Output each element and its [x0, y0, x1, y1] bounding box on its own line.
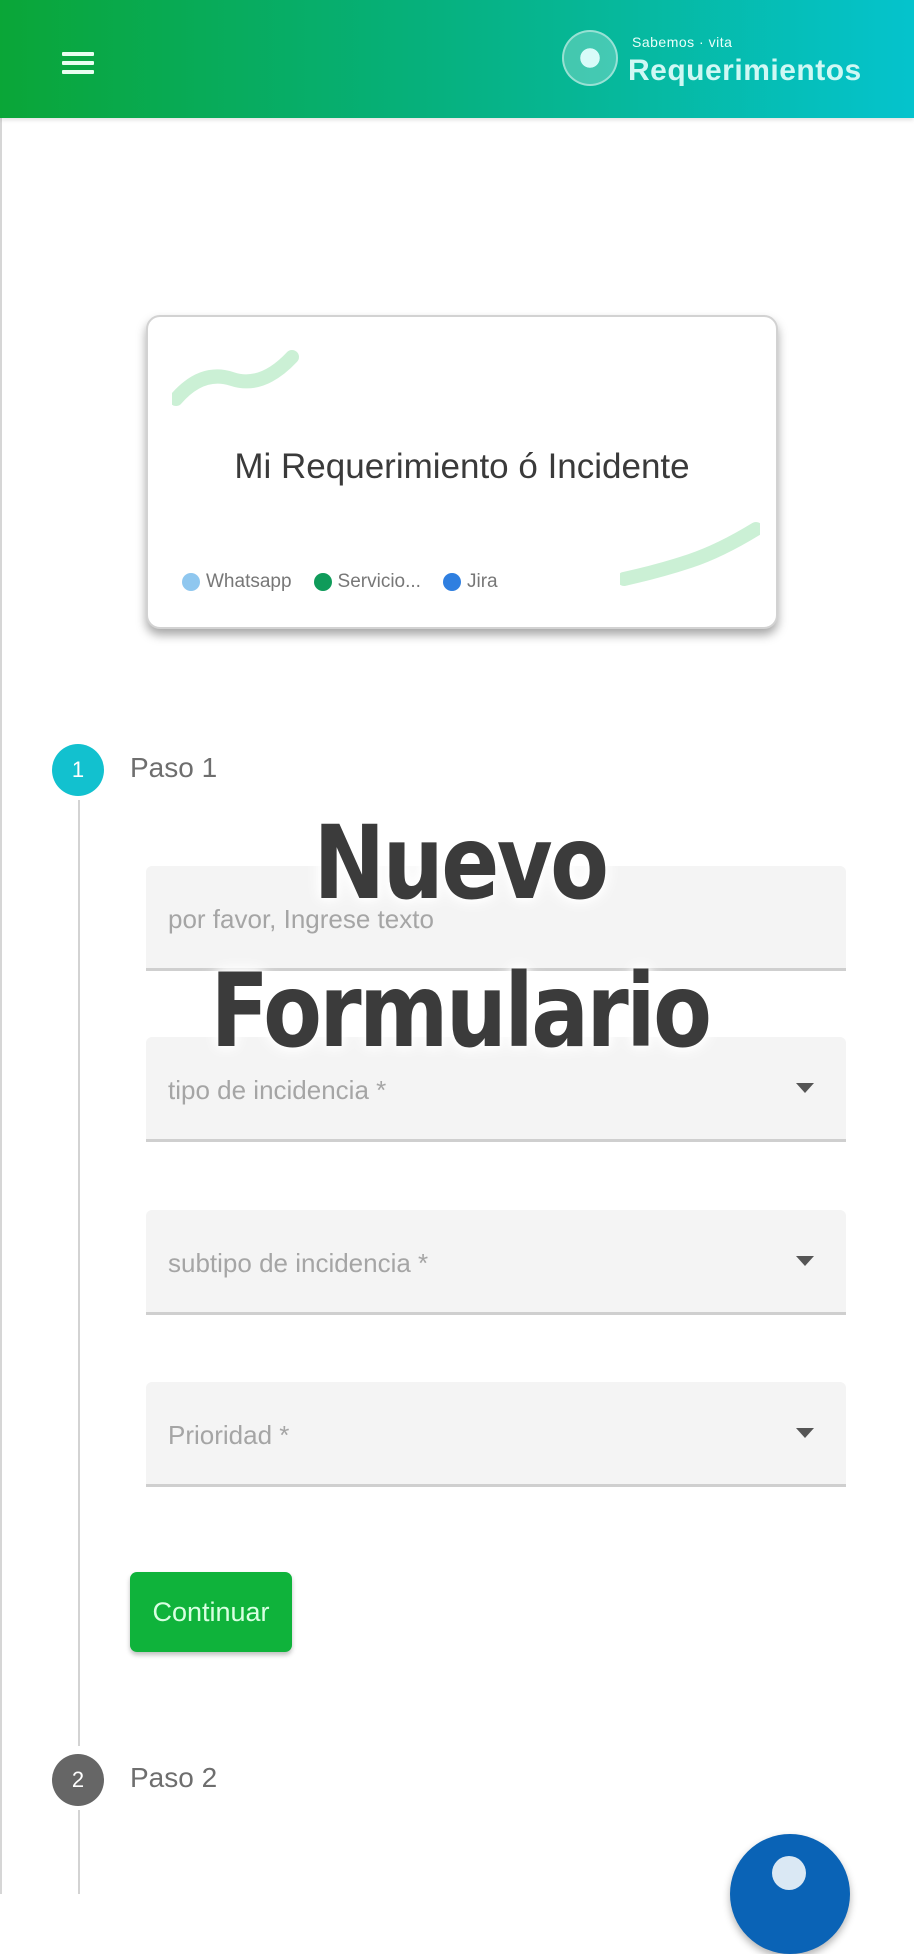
card-links: Whatsapp Servicio... Jira: [182, 571, 498, 593]
dropdown-arrow-icon: [796, 1428, 814, 1438]
app-header: Sabemos · vita Requerimientos: [0, 0, 914, 118]
overlay-title-line1: Nuevo: [313, 804, 609, 923]
jira-icon: [442, 573, 461, 591]
decorative-wave-icon: [620, 522, 760, 586]
step-1-indicator: 1: [52, 744, 104, 796]
stepper-line: [78, 1810, 80, 1894]
requirement-card: Mi Requerimiento ó Incidente Whatsapp Se…: [146, 315, 778, 629]
dropdown-arrow-icon: [796, 1083, 814, 1093]
dropdown-arrow-icon: [796, 1256, 814, 1266]
step-2-indicator: 2: [52, 1754, 104, 1806]
stepper-line: [78, 800, 80, 1746]
incident-subtype-select[interactable]: subtipo de incidencia *: [146, 1210, 846, 1315]
help-icon: [772, 1856, 806, 1890]
card-link-service[interactable]: Servicio...: [313, 571, 421, 593]
continue-button[interactable]: Continuar: [130, 1572, 292, 1652]
card-link-label: Servicio...: [337, 571, 421, 592]
card-link-jira[interactable]: Jira: [442, 571, 498, 593]
priority-placeholder: Prioridad *: [168, 1420, 290, 1450]
brand-name: Requerimientos: [628, 54, 862, 87]
help-fab-button[interactable]: [730, 1834, 850, 1954]
priority-select[interactable]: Prioridad *: [146, 1382, 846, 1487]
overlay-title: Nuevo Formulario: [183, 790, 737, 1086]
overlay-title-line2: Formulario: [210, 952, 712, 1071]
step-2-label: Paso 2: [130, 1762, 218, 1793]
brand-subtitle: Sabemos · vita: [632, 34, 733, 50]
page-edge: [0, 0, 2, 1894]
decorative-wave-icon: [172, 350, 299, 406]
step-1-label: Paso 1: [130, 752, 218, 783]
card-link-label: Whatsapp: [206, 571, 292, 592]
hamburger-menu-icon[interactable]: [58, 48, 98, 76]
info-icon: [182, 573, 200, 591]
card-link-whatsapp[interactable]: Whatsapp: [182, 571, 292, 593]
chat-icon: [313, 573, 332, 591]
card-title: Mi Requerimiento ó Incidente: [234, 447, 690, 486]
brand-logo-icon: [562, 30, 618, 86]
card-link-label: Jira: [466, 571, 498, 592]
incident-subtype-placeholder: subtipo de incidencia *: [168, 1248, 429, 1278]
